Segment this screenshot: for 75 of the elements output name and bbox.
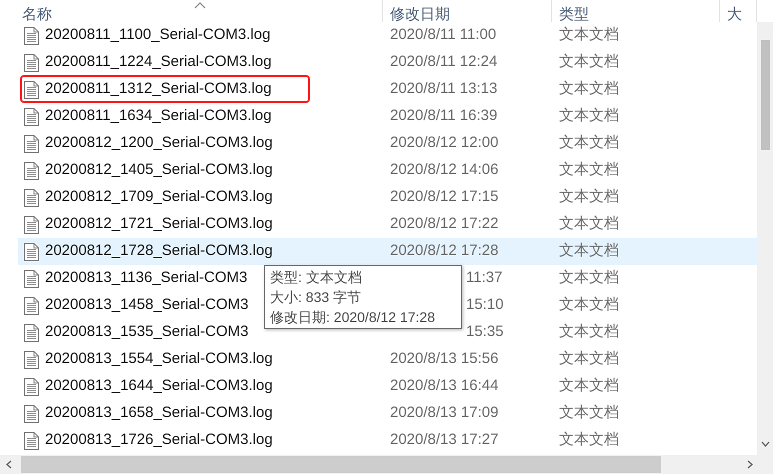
- modified-date: 2020/8/12 14:06: [390, 161, 498, 178]
- modified-date: 2020/8/11 11:00: [390, 26, 496, 44]
- file-type: 文本文档: [559, 350, 619, 368]
- file-type: 文本文档: [559, 80, 619, 98]
- file-type: 文本文档: [559, 161, 619, 178]
- scroll-right-icon[interactable]: [747, 460, 753, 469]
- file-type: 文本文档: [559, 269, 619, 286]
- scroll-thumb[interactable]: [21, 456, 661, 473]
- file-row[interactable]: 20200812_1728_Serial-COM3.log 2020/8/12 17:28 文本文档: [18, 238, 757, 265]
- file-name: 20200811_1634_Serial-COM3.log: [45, 106, 272, 126]
- file-type: 文本文档: [559, 242, 619, 260]
- file-type: 文本文档: [559, 53, 619, 70]
- document-icon: [24, 324, 39, 342]
- document-icon: [24, 432, 39, 450]
- file-name: 20200813_1644_Serial-COM3.log: [45, 376, 273, 396]
- file-type: 文本文档: [559, 215, 619, 232]
- sort-ascending-icon: [194, 2, 206, 9]
- document-icon: [24, 216, 39, 234]
- modified-date: 2020/8/11 16:39: [390, 107, 498, 124]
- file-name: 20200812_1405_Serial-COM3.log: [45, 160, 273, 180]
- modified-date: 2020/8/12 12:00: [390, 134, 498, 152]
- modified-date: 2020/8/11 12:24: [390, 53, 498, 70]
- file-name: 20200811_1100_Serial-COM3.log: [45, 25, 270, 46]
- modified-date: 2020/8/12 17:28: [390, 242, 498, 260]
- document-icon: [24, 242, 39, 260]
- tooltip-line: 大小: 833 字节: [270, 288, 362, 307]
- file-name: 20200812_1721_Serial-COM3.log: [45, 214, 273, 234]
- document-icon: [24, 270, 39, 288]
- document-icon: [24, 80, 39, 98]
- document-icon: [24, 54, 39, 72]
- tooltip-line: 类型: 文本文档: [270, 268, 363, 287]
- file-name: 20200811_1312_Serial-COM3.log: [45, 79, 272, 100]
- vertical-scrollbar[interactable]: [757, 22, 773, 455]
- document-icon: [24, 404, 39, 422]
- document-icon: [24, 134, 39, 152]
- file-type: 文本文档: [559, 107, 619, 124]
- modified-date: 2020/8/13 17:27: [390, 431, 498, 448]
- modified-date: 15:10: [466, 296, 504, 314]
- file-type: 文本文档: [559, 323, 619, 340]
- file-type: 文本文档: [559, 188, 619, 206]
- modified-date: 2020/8/12 17:22: [390, 215, 498, 232]
- file-type: 文本文档: [559, 377, 619, 394]
- horizontal-scrollbar[interactable]: [0, 455, 773, 474]
- scroll-thumb[interactable]: [760, 40, 770, 150]
- modified-date: 2020/8/13 15:56: [390, 350, 498, 368]
- modified-date: 15:35: [466, 323, 504, 340]
- file-name: 20200812_1200_Serial-COM3.log: [45, 133, 273, 154]
- file-name: 20200812_1728_Serial-COM3.log: [45, 241, 273, 262]
- file-name: 20200813_1726_Serial-COM3.log: [45, 430, 273, 450]
- modified-date: 2020/8/13 16:44: [390, 377, 498, 394]
- file-name: 20200812_1709_Serial-COM3.log: [45, 187, 273, 208]
- document-icon: [24, 188, 39, 206]
- file-name: 20200813_1136_Serial-COM3: [45, 268, 248, 288]
- modified-date: 11:37: [466, 269, 502, 286]
- file-name: 20200813_1458_Serial-COM3: [45, 295, 248, 316]
- file-type: 文本文档: [559, 134, 619, 152]
- document-icon: [24, 162, 39, 180]
- document-icon: [24, 350, 39, 368]
- file-type: 文本文档: [559, 404, 619, 422]
- file-type: 文本文档: [559, 26, 619, 44]
- file-name: 20200813_1554_Serial-COM3.log: [45, 349, 273, 370]
- file-type: 文本文档: [559, 431, 619, 448]
- modified-date: 2020/8/11 13:13: [390, 80, 498, 98]
- document-icon: [24, 26, 39, 44]
- file-name: 20200813_1658_Serial-COM3.log: [45, 403, 273, 424]
- document-icon: [24, 296, 39, 314]
- file-name: 20200813_1535_Serial-COM3: [45, 322, 248, 342]
- document-icon: [24, 378, 39, 396]
- modified-date: 2020/8/13 17:09: [390, 404, 498, 422]
- scroll-left-icon[interactable]: [6, 460, 12, 469]
- document-icon: [24, 108, 39, 126]
- file-type: 文本文档: [559, 296, 619, 314]
- modified-date: 2020/8/12 17:15: [390, 188, 498, 206]
- scroll-down-icon[interactable]: [760, 441, 770, 447]
- file-name: 20200811_1224_Serial-COM3.log: [45, 52, 272, 72]
